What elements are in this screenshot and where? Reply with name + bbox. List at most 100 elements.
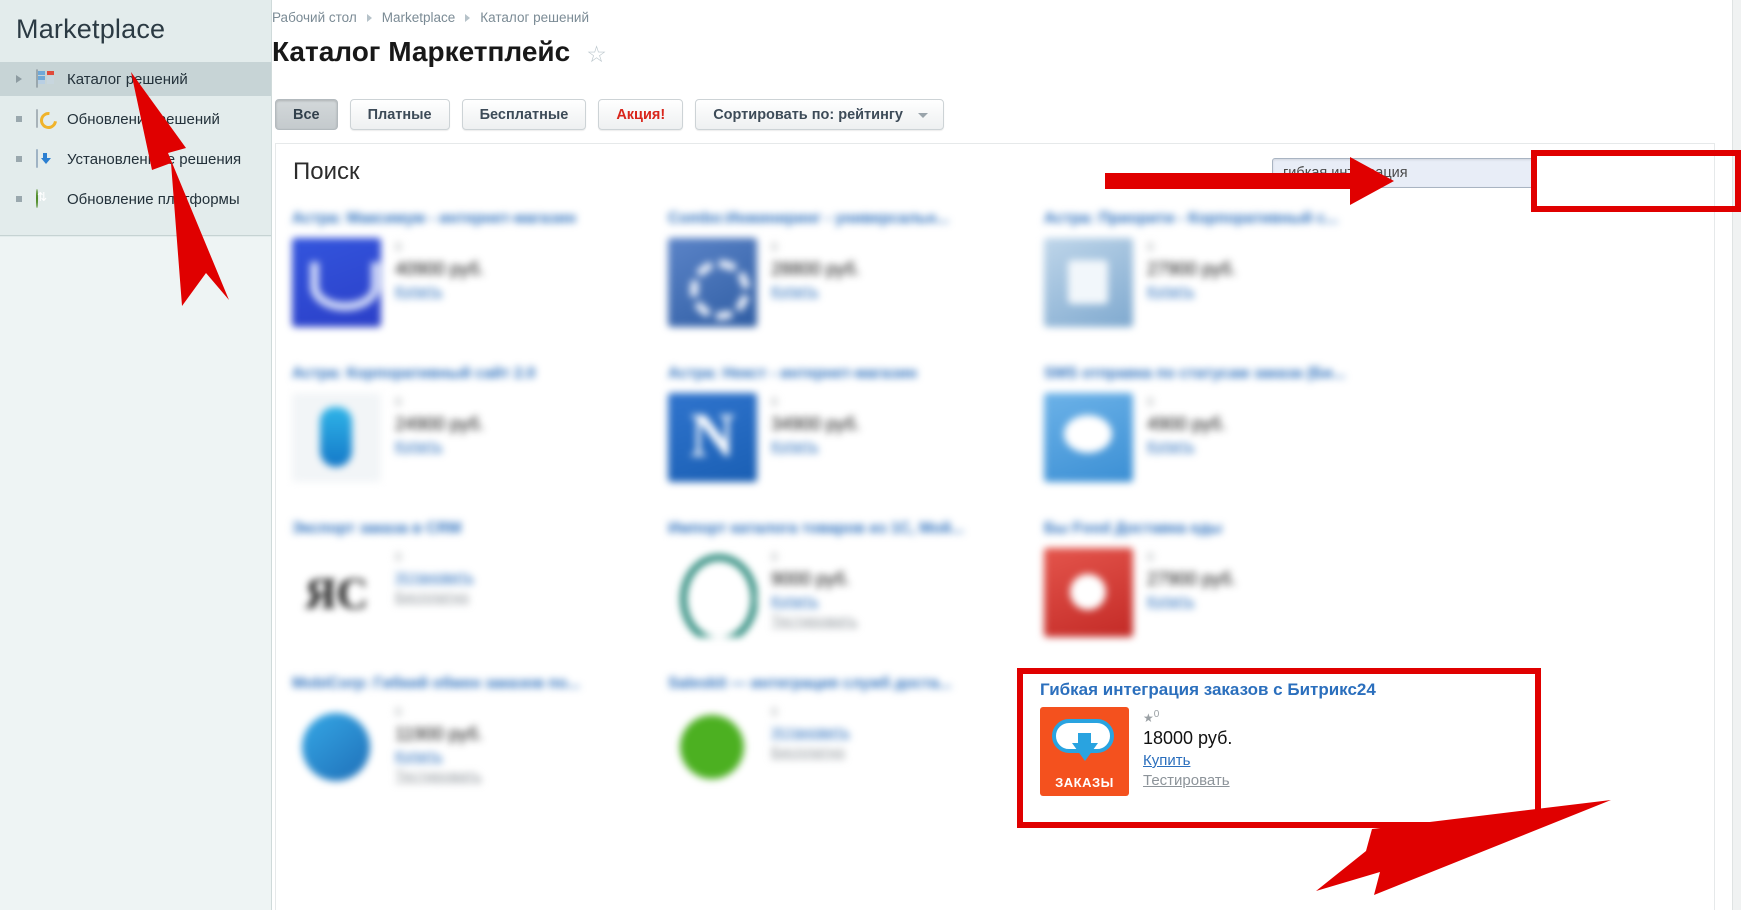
product-logo-icon [292,548,381,637]
product-rating: 0 [771,550,778,564]
sort-dropdown-label: Сортировать по: рейтингу [713,106,903,123]
product-title[interactable]: MobiCorp: Гибкий обмен заказов по... [292,675,668,694]
product-buy-link[interactable]: Купить [395,283,484,300]
product-card[interactable]: Астра: Максимум - интернет-магазин 0 409… [292,210,668,365]
breadcrumb: Рабочий стол Marketplace Каталог решений [272,10,589,25]
cloud-upload-download-icon: ЗАКАЗЫ [1040,707,1129,796]
bullet-square-icon [16,156,30,162]
product-title[interactable]: Астра: Максимум - интернет-магазин [292,210,668,229]
sidebar-item-update-solutions[interactable]: Обновление решений [0,102,271,136]
product-buy-link[interactable]: Купить [771,283,860,300]
product-title[interactable]: Экспорт заказа в CRM [292,520,668,539]
breadcrumb-separator-icon [366,13,372,22]
sidebar-item-label: Установленные решения [67,150,242,168]
product-trial-link[interactable]: Бесплатно [395,589,474,606]
favorite-star-icon[interactable]: ☆ [586,42,607,66]
product-buy-link[interactable]: Купить [1147,593,1236,610]
highlighted-product-rating: ★0 [1143,709,1232,725]
product-logo-icon [668,393,757,482]
page-title: Каталог Маркетплейс [272,36,571,67]
product-logo-icon [292,393,381,482]
product-trial-link[interactable]: Тестировать [395,768,483,785]
product-card[interactable]: SMS отправка по статусам заказа (Би... 0… [1044,365,1420,520]
breadcrumb-item-desktop[interactable]: Рабочий стол [272,10,357,25]
product-rating: 0 [395,705,402,719]
product-price: 27900 руб. [1147,569,1237,589]
breadcrumb-item-catalog[interactable]: Каталог решений [480,10,589,25]
product-price: 9000 руб. [771,569,851,589]
product-rating: 0 [1147,240,1154,254]
product-card[interactable]: Астра: Некст - интернет-магазин 0 34900 … [668,365,1044,520]
product-logo-icon [292,238,381,327]
highlighted-product-price: 18000 руб. [1143,728,1233,748]
product-logo-icon [1044,393,1133,482]
product-title[interactable]: Астра: Приорити - Корпоративный с... [1044,210,1420,229]
product-card[interactable]: Астра: Корпоративный сайт 2.0 0 24900 ру… [292,365,668,520]
installed-icon [36,149,58,168]
product-grid-row: Экспорт заказа в CRM 0 Установить Беспла… [292,520,1692,675]
product-title[interactable]: SMS отправка по статусам заказа (Би... [1044,365,1420,384]
expand-triangle-icon [16,75,30,83]
search-header: Поиск [276,144,1714,210]
breadcrumb-item-marketplace[interactable]: Marketplace [382,10,456,25]
product-buy-link[interactable]: Купить [771,438,860,455]
product-grid-row: Астра: Корпоративный сайт 2.0 0 24900 ру… [292,365,1692,520]
filter-paid-button[interactable]: Платные [349,99,450,130]
product-logo-icon [668,238,757,327]
sidebar-item-label: Обновление решений [67,110,220,128]
product-trial-link[interactable]: Бесплатно [771,744,850,761]
product-buy-link[interactable]: Купить [395,438,484,455]
product-title[interactable]: Combo:Инжиниринг - универсальн... [668,210,1044,229]
product-buy-link[interactable]: Купить [395,748,483,765]
product-logo-icon [292,703,381,792]
product-install-link[interactable]: Установить [395,569,474,586]
filter-all-button[interactable]: Все [275,99,338,130]
highlighted-product-card[interactable]: Гибкая интеграция заказов с Битрикс24 ЗА… [1040,680,1540,815]
search-label: Поиск [293,158,360,185]
sidebar-item-catalog[interactable]: Каталог решений [0,62,271,96]
product-card[interactable]: Астра: Приорити - Корпоративный с... 0 2… [1044,210,1420,365]
product-logo-icon [1044,548,1133,637]
product-title[interactable]: Астра: Некст - интернет-магазин [668,365,1044,384]
chevron-down-icon [917,112,928,118]
product-card[interactable]: Saleskit — интеграция служб доста... 0 У… [668,675,1044,830]
product-price: 24900 руб. [395,414,485,434]
product-rating: 0 [395,550,402,564]
product-card[interactable]: Combo:Инжиниринг - универсальн... 0 2880… [668,210,1044,365]
product-card[interactable]: MobiCorp: Гибкий обмен заказов по... 0 1… [292,675,668,830]
product-logo-icon [668,703,757,792]
product-install-link[interactable]: Установить [771,724,850,741]
scrollbar-track[interactable] [1732,0,1741,910]
product-rating: 0 [1147,395,1154,409]
product-card[interactable]: Бы Food Доставка еды 0 27900 руб. Купить [1044,520,1420,675]
highlighted-trial-link[interactable]: Тестировать [1143,772,1232,789]
product-rating: 0 [771,395,778,409]
sidebar-item-installed-solutions[interactable]: Установленные решения [0,142,271,176]
star-icon: ★ [1143,711,1154,725]
product-title[interactable]: Астра: Корпоративный сайт 2.0 [292,365,668,384]
product-card[interactable]: Экспорт заказа в CRM 0 Установить Беспла… [292,520,668,675]
product-title[interactable]: Бы Food Доставка еды [1044,520,1420,539]
highlighted-buy-link[interactable]: Купить [1143,752,1232,769]
filter-promo-button[interactable]: Акция! [598,99,684,130]
sort-dropdown-button[interactable]: Сортировать по: рейтингу [695,99,944,130]
update-solutions-icon [36,109,58,128]
product-buy-link[interactable]: Купить [1147,438,1226,455]
product-title[interactable]: Saleskit — интеграция служб доста... [668,675,1044,694]
filter-free-button[interactable]: Бесплатные [461,99,587,130]
product-buy-link[interactable]: Купить [771,593,858,610]
product-rating: 0 [771,240,778,254]
platform-update-icon [36,189,58,208]
product-rating: 0 [771,705,778,719]
product-title[interactable]: Импорт каталога товаров из 1С, Мой... [668,520,1044,539]
sidebar-item-platform-update[interactable]: Обновление платформы [0,182,271,216]
page-title-row: Каталог Маркетплейс ☆ [272,36,607,68]
highlighted-product-title[interactable]: Гибкая интеграция заказов с Битрикс24 [1040,680,1540,699]
product-card[interactable]: Импорт каталога товаров из 1С, Мой... 0 … [668,520,1044,675]
product-buy-link[interactable]: Купить [1147,283,1236,300]
sidebar: Marketplace Каталог решений Обновление р… [0,0,272,910]
bullet-square-icon [16,196,30,202]
rating-count: 0 [1153,709,1160,720]
search-input[interactable] [1272,158,1535,188]
product-trial-link[interactable]: Тестировать [771,613,858,630]
